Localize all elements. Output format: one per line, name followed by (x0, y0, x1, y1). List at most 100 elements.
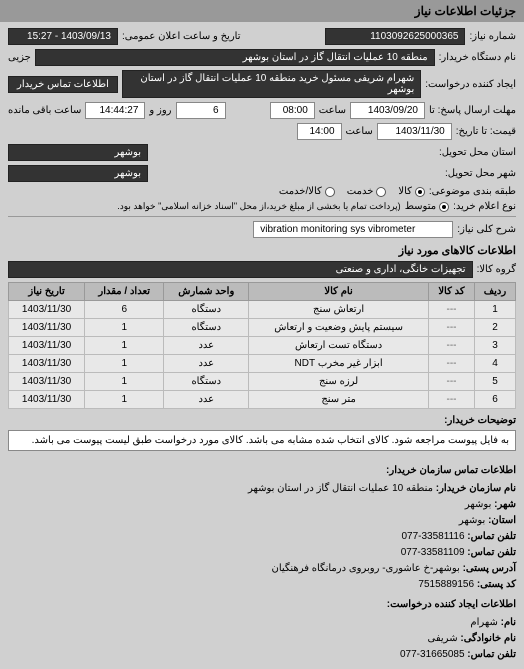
th-idx: ردیف (475, 283, 516, 301)
th-qty: تعداد / مقدار (85, 283, 164, 301)
table-cell: دستگاه تست ارتعاش (249, 337, 429, 355)
buyer-note-label: توضیحات خریدار: (444, 415, 516, 426)
table-cell: --- (428, 319, 474, 337)
table-cell: عدد (164, 391, 249, 409)
contact-phone-label: تلفن تماس: (467, 531, 516, 542)
subject-class-label: طبقه بندی موضوعی: (429, 186, 516, 197)
cphone-label: تلفن تماس: (467, 649, 516, 660)
table-cell: 1 (85, 319, 164, 337)
table-cell: سیستم پایش وضعیت و ارتعاش (249, 319, 429, 337)
goods-table: ردیف کد کالا نام کالا واحد شمارش تعداد /… (8, 282, 516, 409)
contact-block: اطلاعات تماس سازمان خریدار: نام سازمان خ… (0, 457, 524, 669)
org-contact-header: اطلاعات تماس سازمان خریدار: (8, 463, 516, 479)
fname-label: نام: (501, 617, 516, 628)
price-until-label: قیمت: تا تاریخ: (456, 126, 516, 137)
table-cell: --- (428, 355, 474, 373)
partial-label: جزیی (8, 52, 31, 63)
table-cell: متر سنج (249, 391, 429, 409)
need-desc-field: vibration monitoring sys vibrometer (253, 221, 453, 238)
radio-service[interactable]: خدمت (347, 186, 387, 197)
table-cell: عدد (164, 355, 249, 373)
table-cell: 4 (475, 355, 516, 373)
buyer-org-field: منطقه 10 عملیات انتقال گاز در استان بوشه… (35, 49, 435, 66)
table-cell: 1 (85, 355, 164, 373)
radio-goods-service[interactable]: کالا/خدمت (279, 186, 335, 197)
table-cell: --- (428, 391, 474, 409)
table-cell: 1403/11/30 (9, 319, 85, 337)
countdown-field: 14:44:27 (85, 102, 145, 119)
table-row: 4---ابزار غیر مخرب NDTعدد11403/11/30 (9, 355, 516, 373)
radio-dot-icon (439, 202, 449, 212)
th-code: کد کالا (428, 283, 474, 301)
table-cell: 1 (85, 337, 164, 355)
days-and-label: روز و (149, 105, 171, 116)
lname-label: نام خانوادگی: (460, 633, 516, 644)
table-cell: 1403/11/30 (9, 391, 85, 409)
table-row: 2---سیستم پایش وضعیت و ارتعاشدستگاه11403… (9, 319, 516, 337)
table-cell: 1403/11/30 (9, 373, 85, 391)
contact-postcode-value: 7515889156 (418, 579, 474, 590)
table-cell: 6 (85, 301, 164, 319)
subject-radio-group: کالا خدمت کالا/خدمت (279, 186, 425, 197)
remaining-label: ساعت باقی مانده (8, 105, 81, 116)
price-time-field: 14:00 (297, 123, 342, 140)
table-cell: دستگاه (164, 301, 249, 319)
table-cell: --- (428, 373, 474, 391)
table-row: 6---متر سنجعدد11403/11/30 (9, 391, 516, 409)
radio-buy-medium[interactable]: متوسط (405, 201, 449, 212)
table-cell: ارتعاش سنج (249, 301, 429, 319)
goods-group-field: تجهیزات خانگی، اداری و صنعتی (8, 261, 473, 278)
reply-until-label: مهلت ارسال پاسخ: تا (429, 105, 516, 116)
table-cell: 5 (475, 373, 516, 391)
th-unit: واحد شمارش (164, 283, 249, 301)
delivery-city-label: شهر محل تحویل: (445, 168, 516, 179)
need-no-label: شماره نیاز: (469, 31, 516, 42)
delivery-province-label: استان محل تحویل: (439, 147, 516, 158)
table-row: 5---لرزه سنجدستگاه11403/11/30 (9, 373, 516, 391)
reply-date-field: 1403/09/20 (350, 102, 425, 119)
table-cell: 3 (475, 337, 516, 355)
table-cell: --- (428, 337, 474, 355)
contact-city-label: شهر: (494, 499, 516, 510)
contact-province-label: استان: (488, 515, 516, 526)
contact-province-value: بوشهر (459, 515, 485, 526)
radio-dot-icon (415, 187, 425, 197)
contact-city-value: بوشهر (465, 499, 491, 510)
table-row: 1---ارتعاش سنجدستگاه61403/11/30 (9, 301, 516, 319)
contact-address-value: بوشهر-خ عاشوری- روبروی درمانگاه فرهنگیان (271, 563, 459, 574)
radio-goods[interactable]: کالا (398, 186, 425, 197)
contact-address-label: آدرس پستی: (463, 563, 516, 574)
cphone-value: 31665085-077 (400, 649, 465, 660)
contact-buyer-button[interactable]: اطلاعات تماس خریدار (8, 76, 118, 93)
buy-type-label: نوع اعلام خرید: (453, 201, 516, 212)
radio-dot-icon (325, 187, 335, 197)
table-cell: 1 (475, 301, 516, 319)
contact-postcode-label: کد پستی: (477, 579, 516, 590)
table-cell: 1403/11/30 (9, 337, 85, 355)
table-cell: 1 (85, 391, 164, 409)
table-header-row: ردیف کد کالا نام کالا واحد شمارش تعداد /… (9, 283, 516, 301)
need-desc-label: شرح کلی نیاز: (457, 224, 516, 235)
buy-type-note: (پرداخت تمام یا بخشی از مبلغ خرید،از محل… (117, 201, 400, 212)
creator-label: ایجاد کننده درخواست: (425, 79, 516, 90)
org-name-value: منطقه 10 عملیات انتقال گاز در استان بوشه… (248, 483, 433, 494)
need-no-field: 1103092625000365 (325, 28, 465, 45)
table-cell: 6 (475, 391, 516, 409)
table-cell: 1403/11/30 (9, 355, 85, 373)
contact-fax-value: 33581109-077 (401, 547, 465, 558)
form-area: شماره نیاز: 1103092625000365 تاریخ و ساع… (0, 22, 524, 457)
page-title: جزئیات اطلاعات نیاز (415, 4, 516, 18)
creator-field: شهرام شریفی مسئول خرید منطقه 10 عملیات ا… (122, 70, 421, 98)
th-name: نام کالا (249, 283, 429, 301)
table-cell: 2 (475, 319, 516, 337)
announce-field: 1403/09/13 - 15:27 (8, 28, 118, 45)
table-cell: --- (428, 301, 474, 319)
delivery-province-field: بوشهر (8, 144, 148, 161)
contact-fax-label: تلفن تماس: (467, 547, 516, 558)
buyer-org-label: نام دستگاه خریدار: (439, 52, 516, 63)
contact-phone-value: 33581116-077 (401, 531, 464, 542)
goods-group-label: گروه کالا: (477, 264, 516, 275)
creator-contact-header: اطلاعات ایجاد کننده درخواست: (8, 597, 516, 613)
table-cell: دستگاه (164, 319, 249, 337)
time-label-1: ساعت (319, 105, 346, 116)
